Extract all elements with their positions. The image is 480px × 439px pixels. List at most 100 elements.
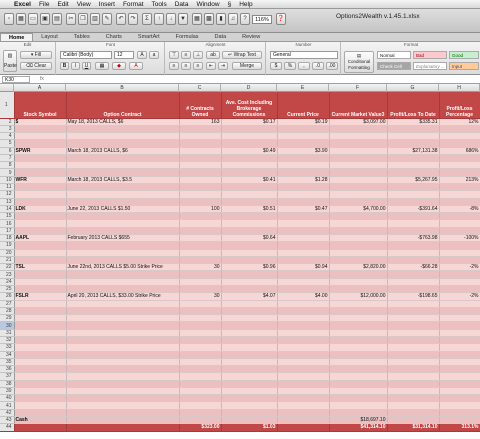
cell-profit-loss[interactable] xyxy=(387,278,440,286)
copy-icon[interactable]: ❐ xyxy=(78,13,88,25)
tab-data[interactable]: Data xyxy=(207,33,235,41)
cell-profit-loss[interactable] xyxy=(387,227,440,236)
cell-stock-symbol[interactable] xyxy=(14,307,67,316)
menu-data[interactable]: Data xyxy=(171,1,193,8)
cell-market-value[interactable] xyxy=(329,285,388,294)
header-option-contract[interactable]: Option Contract xyxy=(66,92,180,119)
cell-market-value[interactable] xyxy=(329,365,388,374)
cell-contracts-owned[interactable] xyxy=(179,132,222,141)
row-number[interactable]: 31 xyxy=(0,329,15,337)
cell-current-price[interactable] xyxy=(277,351,330,359)
cell-stock-symbol[interactable] xyxy=(14,336,67,345)
cell-profit-loss[interactable] xyxy=(387,198,440,206)
row-number[interactable]: 22 xyxy=(0,263,15,272)
cell-profit-loss[interactable] xyxy=(387,300,440,308)
cell-ave-cost[interactable] xyxy=(221,219,278,228)
cell-profit-loss[interactable] xyxy=(387,321,440,330)
cell-stock-symbol[interactable]: Cash xyxy=(14,416,67,425)
cell-current-price[interactable] xyxy=(277,372,330,381)
cell-profit-loss[interactable] xyxy=(387,336,440,345)
cell-profit-loss[interactable] xyxy=(387,343,440,352)
cell-profit-loss-pct[interactable] xyxy=(439,358,480,367)
row-number[interactable]: 14 xyxy=(0,205,15,214)
cell-current-price[interactable] xyxy=(277,358,330,367)
cell-stock-symbol[interactable] xyxy=(14,132,67,141)
menu-format[interactable]: Format xyxy=(119,1,148,8)
cell-contracts-owned[interactable] xyxy=(179,394,222,403)
cell-market-value[interactable] xyxy=(329,147,388,155)
cell-profit-loss-pct[interactable] xyxy=(439,227,480,236)
cell-current-price[interactable] xyxy=(277,329,330,337)
cell-profit-loss-pct[interactable] xyxy=(439,132,480,141)
cell-ave-cost[interactable] xyxy=(221,154,278,163)
style-good[interactable]: Good xyxy=(449,51,479,59)
cell-profit-loss[interactable] xyxy=(387,394,440,403)
cell-contracts-owned[interactable] xyxy=(179,314,222,323)
cell-market-value[interactable] xyxy=(329,409,388,418)
cell-profit-loss-pct[interactable] xyxy=(439,285,480,294)
cell-ave-cost[interactable] xyxy=(221,394,278,403)
cell-ave-cost[interactable] xyxy=(221,249,278,257)
help-icon[interactable]: ? xyxy=(240,13,250,25)
cell-profit-loss[interactable]: $335.31 xyxy=(387,118,440,126)
cell-contracts-owned[interactable] xyxy=(179,278,222,286)
select-all-corner[interactable] xyxy=(0,84,14,92)
cell-current-price[interactable] xyxy=(277,234,330,243)
comma-icon[interactable]: , xyxy=(298,62,310,70)
cell-ave-cost[interactable]: $0.49 xyxy=(221,147,278,155)
cell-ave-cost[interactable] xyxy=(221,387,278,396)
templates-icon[interactable]: ▦ xyxy=(16,13,26,25)
cell-market-value[interactable] xyxy=(329,278,388,286)
cell-profit-loss[interactable]: -$66.28 xyxy=(387,263,440,272)
align-middle-icon[interactable]: ≡ xyxy=(181,51,191,59)
header-current-price[interactable]: Current Price xyxy=(277,92,330,119)
cell-option-contract[interactable] xyxy=(66,125,180,134)
row-number[interactable]: 8 xyxy=(0,161,15,170)
number-format-select[interactable]: General xyxy=(270,51,338,59)
cell-stock-symbol[interactable]: TSL xyxy=(14,263,67,272)
cell-current-price[interactable] xyxy=(277,300,330,308)
cell-ave-cost[interactable] xyxy=(221,132,278,141)
format-painter-icon[interactable]: ✎ xyxy=(102,13,112,25)
cell-ave-cost[interactable]: $0.96 xyxy=(221,263,278,272)
cell-ave-cost[interactable] xyxy=(221,168,278,177)
header-contracts-owned[interactable]: # Contracts Owned xyxy=(179,92,222,119)
cell-market-value[interactable]: $3,097.00 xyxy=(329,118,388,126)
cell-profit-loss-pct[interactable] xyxy=(439,409,480,418)
cell-ave-cost[interactable]: $4.07 xyxy=(221,292,278,301)
paste-icon[interactable]: ▥ xyxy=(90,13,100,25)
cell-contracts-owned[interactable] xyxy=(179,139,222,148)
row-number[interactable]: 13 xyxy=(0,198,15,206)
decrease-decimal-icon[interactable]: .00 xyxy=(326,62,338,70)
cell-option-contract[interactable] xyxy=(66,198,180,206)
cell-profit-loss-pct[interactable] xyxy=(439,154,480,163)
cell-profit-loss[interactable] xyxy=(387,125,440,134)
sort-asc-icon[interactable]: ↑ xyxy=(154,13,164,25)
cell-stock-symbol[interactable] xyxy=(14,394,67,403)
row-number[interactable]: 24 xyxy=(0,278,15,286)
cell-profit-loss-pct[interactable] xyxy=(439,139,480,148)
cell-current-price[interactable] xyxy=(277,154,330,163)
cell-ave-cost[interactable] xyxy=(221,161,278,170)
cell-profit-loss-pct[interactable]: 313.1% xyxy=(439,423,480,432)
cell-profit-loss[interactable] xyxy=(387,161,440,170)
cell-ave-cost[interactable] xyxy=(221,336,278,345)
cell-ave-cost[interactable] xyxy=(221,343,278,352)
cell-profit-loss[interactable] xyxy=(387,256,440,265)
cell-stock-symbol[interactable] xyxy=(14,219,67,228)
cell-current-price[interactable] xyxy=(277,183,330,192)
column-header-d[interactable]: D xyxy=(221,84,277,92)
cell-current-price[interactable]: $1.28 xyxy=(277,176,330,185)
cell-stock-symbol[interactable] xyxy=(14,329,67,337)
cell-ave-cost[interactable] xyxy=(221,380,278,388)
row-number[interactable]: 20 xyxy=(0,249,15,257)
cell-option-contract[interactable] xyxy=(66,409,180,418)
cell-current-price[interactable] xyxy=(277,401,330,410)
style-input[interactable]: Input xyxy=(449,62,479,70)
font-size-select[interactable]: 12 xyxy=(114,51,134,59)
cell-current-price[interactable] xyxy=(277,416,330,425)
menu-edit[interactable]: Edit xyxy=(53,1,72,8)
cell-option-contract[interactable]: March 18, 2013 CALLS, $3.5 xyxy=(66,176,180,185)
cell-option-contract[interactable] xyxy=(66,249,180,257)
header-stock-symbol[interactable]: Stock Symbol xyxy=(14,92,67,119)
